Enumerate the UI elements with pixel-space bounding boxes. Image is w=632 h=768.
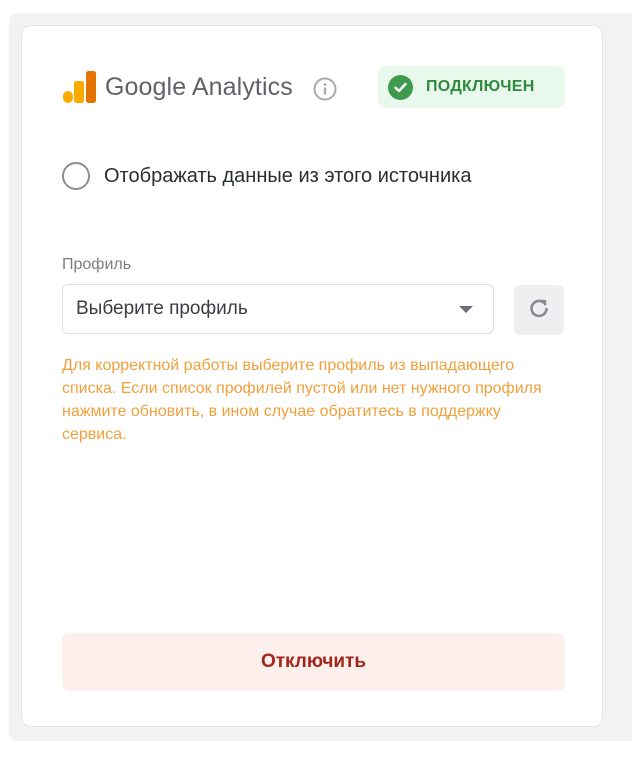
profile-select-value: Выберите профиль bbox=[76, 298, 248, 319]
status-label: ПОДКЛЮЧЕН bbox=[426, 78, 535, 95]
profile-select[interactable]: Выберите профиль bbox=[62, 284, 494, 334]
profile-hint-text: Для корректной работы выберите профиль и… bbox=[62, 357, 542, 443]
chevron-down-icon bbox=[459, 306, 473, 313]
display-data-toggle[interactable]: Отображать данные из этого источника bbox=[62, 162, 471, 190]
refresh-icon bbox=[527, 296, 551, 325]
disconnect-button[interactable]: Отключить bbox=[62, 633, 565, 691]
refresh-profiles-button[interactable] bbox=[514, 285, 564, 335]
google-analytics-logo-icon bbox=[63, 71, 97, 103]
disconnect-label: Отключить bbox=[260, 651, 367, 672]
integration-header: Google Analytics bbox=[63, 71, 293, 103]
profile-label: Профиль bbox=[62, 256, 132, 273]
check-circle-icon bbox=[388, 74, 413, 100]
display-data-radio[interactable] bbox=[62, 162, 90, 190]
integration-title: Google Analytics bbox=[105, 72, 293, 101]
info-icon[interactable] bbox=[313, 77, 337, 101]
integration-card: Google Analytics ПОДКЛЮЧЕН Отображать да… bbox=[21, 25, 603, 727]
status-badge: ПОДКЛЮЧЕН bbox=[378, 66, 565, 108]
display-data-label: Отображать данные из этого источника bbox=[104, 164, 472, 187]
